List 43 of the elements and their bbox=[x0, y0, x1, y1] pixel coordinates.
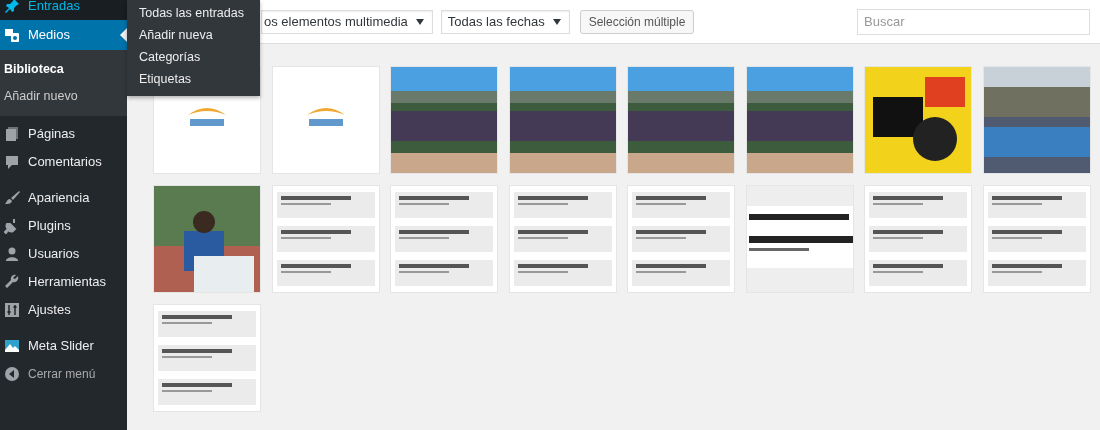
flyout-menu-item[interactable]: Etiquetas bbox=[127, 68, 260, 90]
flyout-menu-item[interactable]: Añadir nueva bbox=[127, 24, 260, 46]
date-filter-dropdown[interactable]: Todas las fechas bbox=[440, 9, 570, 34]
sidebar-item[interactable]: Meta Slider bbox=[0, 331, 127, 360]
document-thumbnail[interactable] bbox=[272, 186, 379, 292]
sidebar-item[interactable]: Cerrar menú bbox=[0, 359, 127, 388]
submenu-item[interactable]: Añadir nuevo bbox=[0, 82, 127, 110]
brush-icon bbox=[4, 189, 20, 206]
sidebar-item[interactable]: Ajustes bbox=[0, 295, 127, 324]
document-thumbnail[interactable] bbox=[983, 186, 1090, 292]
caret-icon bbox=[552, 18, 561, 25]
photo-placeholder[interactable] bbox=[746, 186, 853, 292]
submenu-item[interactable]: Biblioteca bbox=[0, 56, 127, 83]
document-thumbnail[interactable] bbox=[865, 186, 971, 292]
comment-icon bbox=[4, 153, 20, 170]
photo-placeholder[interactable] bbox=[154, 186, 260, 292]
sidebar-item[interactable]: Plugins bbox=[0, 211, 127, 240]
caret-icon bbox=[415, 18, 424, 25]
document-thumbnail[interactable] bbox=[509, 186, 616, 292]
pages-icon bbox=[4, 125, 20, 142]
sidebar-item[interactable]: Comentarios bbox=[0, 147, 127, 176]
mountain-icon bbox=[4, 337, 20, 354]
flyout-menu-item[interactable]: Categorías bbox=[127, 46, 260, 68]
search-field[interactable]: Buscar bbox=[857, 8, 1090, 35]
wrench-icon bbox=[4, 273, 20, 290]
document-thumbnail[interactable] bbox=[391, 186, 497, 292]
photo-placeholder[interactable] bbox=[865, 67, 971, 173]
flyout-menu-item[interactable]: Todas las entradas bbox=[127, 2, 260, 24]
sidebar-item[interactable]: Páginas bbox=[0, 119, 127, 148]
media-icon bbox=[4, 27, 20, 43]
collapse-icon bbox=[4, 365, 20, 382]
bulk-select-button[interactable]: Selección múltiple bbox=[579, 9, 695, 34]
sidebar-item[interactable]: Medios bbox=[0, 20, 127, 50]
document-thumbnail[interactable] bbox=[628, 186, 734, 292]
document-thumbnail[interactable] bbox=[154, 305, 260, 411]
settings-icon bbox=[4, 301, 20, 318]
type-filter-dropdown[interactable]: os elementos multimedia bbox=[261, 9, 433, 34]
sidebar-item[interactable]: Entradas bbox=[0, 0, 127, 20]
sidebar-item[interactable]: Apariencia bbox=[0, 183, 127, 212]
user-icon bbox=[4, 245, 20, 262]
pin-icon bbox=[4, 0, 20, 14]
sidebar-item[interactable]: Herramientas bbox=[0, 267, 127, 296]
sidebar-item[interactable]: Usuarios bbox=[0, 239, 127, 268]
